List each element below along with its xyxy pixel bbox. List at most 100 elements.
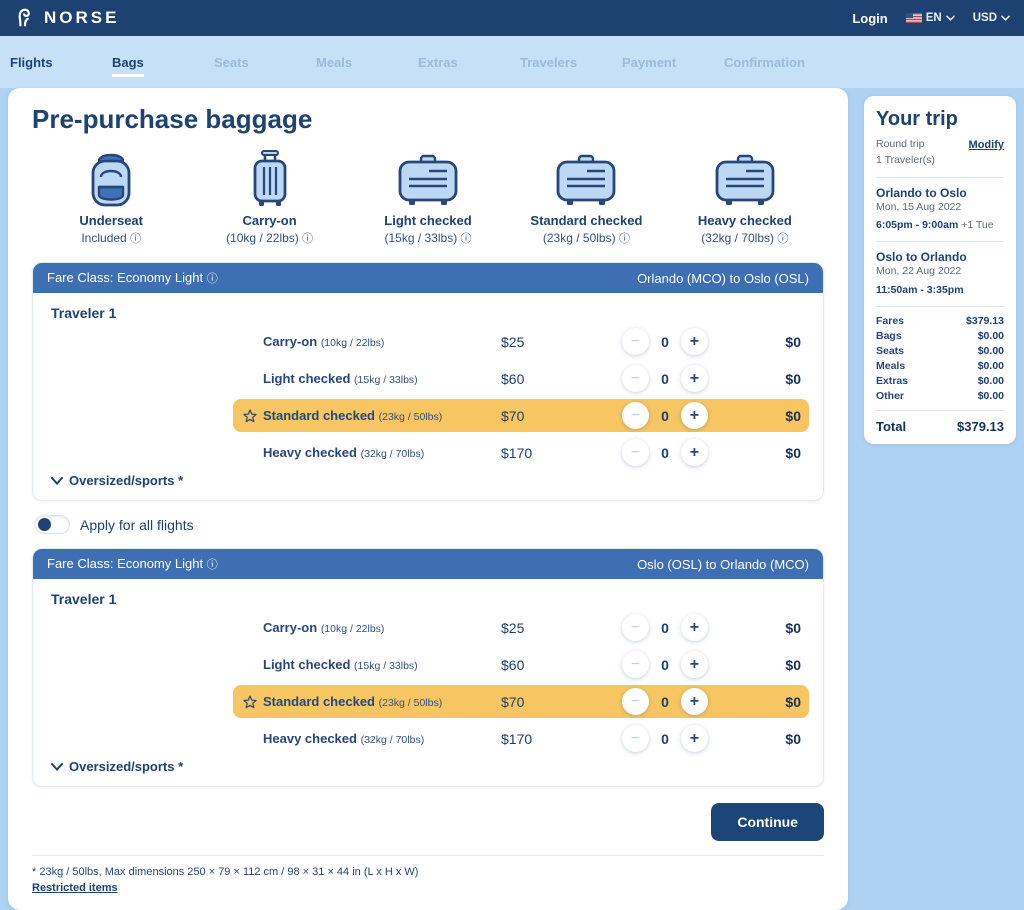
bagtype-detail: (15kg / 33lbs) ⓘ — [384, 231, 472, 245]
bag-label: Standard checked (23kg / 50lbs) — [263, 408, 443, 423]
bag-price: $170 — [501, 730, 533, 747]
info-icon[interactable]: ⓘ — [207, 273, 218, 285]
toggle-knob — [38, 518, 51, 531]
carry-on-suitcase-icon — [253, 150, 287, 206]
checked-suitcase-icon — [557, 154, 616, 205]
bag-label: Heavy checked (32kg / 70lbs) — [263, 445, 425, 460]
fee-row: Fares $379.13 — [876, 315, 1004, 327]
bag-price: $25 — [501, 333, 525, 350]
fee-row: Seats $0.00 — [876, 345, 1004, 357]
bagtype-detail: (10kg / 22lbs) ⓘ — [226, 231, 314, 245]
leg-route: Orlando to Oslo — [876, 185, 967, 200]
chevron-down-icon — [51, 762, 63, 771]
row-total: $0 — [785, 333, 801, 350]
leg-date: Mon, 22 Aug 2022 — [876, 265, 962, 278]
bagtype-detail: Included ⓘ — [81, 231, 142, 245]
quantity-value: 0 — [661, 656, 669, 673]
recommended-row-highlight: Standard checked (23kg / 50lbs) $70 − 0 … — [233, 685, 809, 718]
us-flag-icon — [905, 13, 922, 23]
trip-total: Total $379.13 — [876, 419, 1004, 434]
bag-row-carryon: Carry-on (10kg / 22lbs) $25 − 0 + $0 — [47, 609, 809, 646]
apply-all-label: Apply for all flights — [80, 516, 194, 533]
top-header: NORSE Login EN USD — [0, 0, 1024, 36]
modify-link[interactable]: Modify — [969, 139, 1004, 151]
decrement-button[interactable]: − — [622, 328, 650, 355]
bag-price: $70 — [501, 407, 525, 424]
login-button[interactable]: Login — [852, 11, 887, 26]
quantity-stepper: − 0 + — [593, 614, 737, 641]
bag-price: $60 — [501, 370, 525, 387]
trip-title: Your trip — [876, 108, 958, 130]
traveler-count: 1 Traveler(s) — [876, 153, 935, 166]
info-icon[interactable]: ⓘ — [207, 559, 218, 571]
info-icon[interactable]: ⓘ — [777, 233, 788, 245]
increment-button[interactable]: + — [680, 614, 708, 641]
continue-button[interactable]: Continue — [711, 803, 824, 841]
trip-leg-outbound: Orlando to Oslo Mon, 15 Aug 2022 6:05pm … — [876, 186, 1004, 234]
info-icon[interactable]: ⓘ — [461, 233, 472, 245]
fare-class-bar: Fare Class: Economy Light ⓘ Oslo (OSL) t… — [33, 549, 823, 579]
chevron-down-icon — [1001, 15, 1010, 21]
footnote-text: * 23kg / 50lbs, Max dimensions 250 × 79 … — [32, 866, 419, 878]
info-icon[interactable]: ⓘ — [619, 233, 630, 245]
oversized-sports-expander[interactable]: Oversized/sports * — [51, 759, 809, 774]
bag-label: Carry-on (10kg / 22lbs) — [263, 620, 385, 635]
fee-row: Bags $0.00 — [876, 330, 1004, 342]
bagtype-detail: (23kg / 50lbs) ⓘ — [542, 231, 630, 245]
decrement-button[interactable]: − — [622, 651, 650, 678]
tab-meals: Meals — [316, 54, 353, 70]
language-label: EN — [925, 12, 942, 24]
increment-button[interactable]: + — [680, 402, 708, 429]
bag-price: $170 — [501, 444, 533, 461]
chevron-down-icon — [51, 476, 63, 485]
bag-row-carryon: Carry-on (10kg / 22lbs) $25 − 0 + $0 — [47, 323, 809, 360]
recommended-row-highlight: Standard checked (23kg / 50lbs) $70 − 0 … — [233, 399, 809, 432]
decrement-button[interactable]: − — [622, 402, 650, 429]
increment-button[interactable]: + — [680, 328, 708, 355]
decrement-button[interactable]: − — [622, 439, 650, 466]
row-total: $0 — [785, 370, 801, 387]
total-value: $379.13 — [957, 419, 1004, 434]
decrement-button[interactable]: − — [622, 688, 650, 715]
apply-all-toggle[interactable] — [34, 515, 70, 534]
tab-payment: Payment — [622, 54, 677, 70]
bag-type-legend: Underseat Included ⓘ Carry-on (10kg / 22… — [32, 147, 824, 246]
increment-button[interactable]: + — [680, 688, 708, 715]
tab-flights[interactable]: Flights — [10, 49, 112, 76]
tab-confirmation: Confirmation — [724, 54, 805, 70]
increment-button[interactable]: + — [680, 725, 708, 752]
your-trip-panel: Your trip Round trip Modify 1 Traveler(s… — [864, 96, 1016, 444]
tab-bags[interactable]: Bags — [112, 49, 214, 77]
row-total: $0 — [785, 693, 801, 710]
bag-row-standard-checked: Standard checked (23kg / 50lbs) $70 − 0 … — [47, 397, 809, 434]
info-icon[interactable]: ⓘ — [130, 233, 141, 245]
decrement-button[interactable]: − — [622, 614, 650, 641]
decrement-button[interactable]: − — [622, 365, 650, 392]
baggage-card: Pre-purchase baggage Underseat Included — [8, 88, 848, 910]
trip-leg-return: Oslo to Orlando Mon, 22 Aug 2022 11:50am… — [876, 250, 1004, 298]
bag-label: Light checked (15kg / 33lbs) — [263, 371, 418, 386]
checked-suitcase-icon — [398, 154, 458, 205]
quantity-stepper: − 0 + — [593, 725, 737, 752]
restricted-items-link[interactable]: Restricted items — [32, 882, 118, 894]
increment-button[interactable]: + — [680, 439, 708, 466]
tab-travelers: Travelers — [520, 54, 578, 70]
oversized-sports-expander[interactable]: Oversized/sports * — [51, 473, 809, 488]
currency-selector[interactable]: USD — [973, 12, 1010, 24]
quantity-value: 0 — [661, 407, 669, 424]
total-label: Total — [876, 419, 907, 434]
language-selector[interactable]: EN — [905, 12, 955, 24]
star-icon — [243, 694, 257, 708]
norse-logo[interactable]: NORSE — [14, 7, 119, 29]
decrement-button[interactable]: − — [622, 725, 650, 752]
checked-suitcase-icon — [715, 154, 775, 205]
quantity-value: 0 — [661, 444, 669, 461]
info-icon[interactable]: ⓘ — [302, 233, 313, 245]
row-total: $0 — [785, 619, 801, 636]
increment-button[interactable]: + — [680, 365, 708, 392]
norse-logo-icon — [18, 8, 30, 27]
increment-button[interactable]: + — [680, 651, 708, 678]
brand-name: NORSE — [44, 8, 120, 27]
bagtype-name: Underseat — [79, 213, 143, 228]
trip-type: Round trip — [876, 138, 925, 150]
